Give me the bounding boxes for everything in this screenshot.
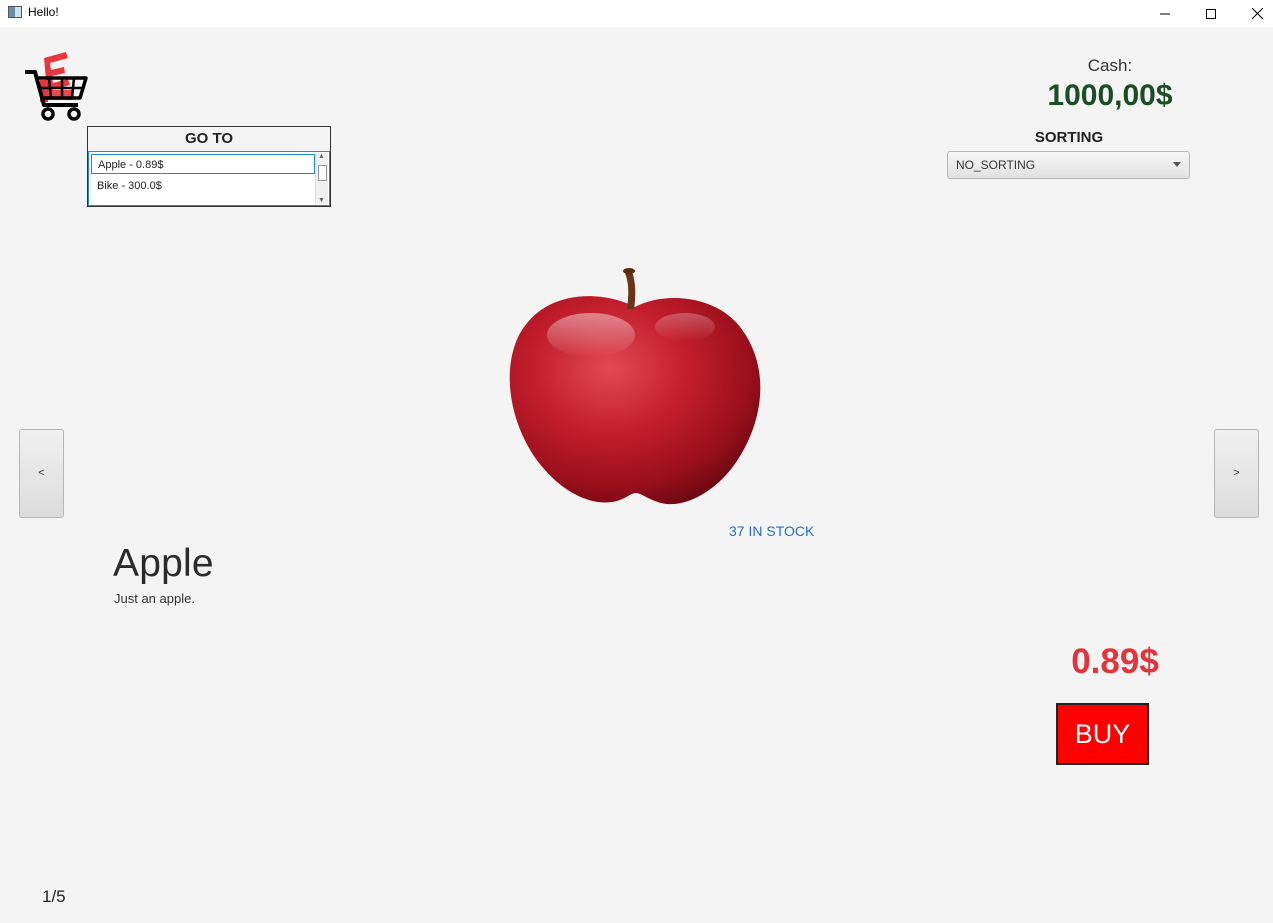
goto-panel: GO TO Apple - 0.89$ Bike - 300.0$ ▲ ▼ xyxy=(87,126,331,207)
goto-item-bike[interactable]: Bike - 300.0$ xyxy=(91,176,315,196)
close-icon xyxy=(1251,8,1263,19)
app-icon xyxy=(8,6,22,18)
minimize-icon xyxy=(1160,13,1170,14)
goto-scrollbar[interactable]: ▲ ▼ xyxy=(315,153,328,204)
next-button[interactable]: > xyxy=(1214,429,1259,518)
sorting-selected-value: NO_SORTING xyxy=(956,158,1036,172)
shop-cart-logo-icon xyxy=(25,52,88,121)
goto-list[interactable]: Apple - 0.89$ Bike - 300.0$ ▲ ▼ xyxy=(88,151,330,206)
cash-label: Cash: xyxy=(1087,56,1133,75)
stock-label: 37 IN STOCK xyxy=(729,523,815,539)
maximize-icon xyxy=(1206,8,1216,19)
scroll-up-icon[interactable]: ▲ xyxy=(318,153,325,160)
goto-header: GO TO xyxy=(88,127,330,152)
sorting-dropdown[interactable]: NO_SORTING xyxy=(947,151,1190,179)
previous-button[interactable]: < xyxy=(19,429,64,518)
product-image-apple xyxy=(509,268,761,505)
product-price: 0.89$ xyxy=(1071,642,1159,681)
window-title: Hello! xyxy=(28,5,59,19)
page-indicator: 1/5 xyxy=(42,887,66,906)
maximize-button[interactable] xyxy=(1188,0,1234,27)
buy-button[interactable]: BUY xyxy=(1056,703,1149,765)
title-bar: Hello! xyxy=(0,0,1273,27)
cash-value: 1000,00$ xyxy=(1047,79,1173,112)
close-button[interactable] xyxy=(1234,0,1273,27)
scroll-down-icon[interactable]: ▼ xyxy=(318,197,325,204)
goto-item-apple[interactable]: Apple - 0.89$ xyxy=(91,154,315,174)
product-description: Just an apple. xyxy=(114,591,195,606)
minimize-button[interactable] xyxy=(1142,0,1188,27)
product-name: Apple xyxy=(113,542,214,585)
scroll-thumb[interactable] xyxy=(318,165,327,181)
chevron-down-icon xyxy=(1173,162,1181,167)
sorting-label: SORTING xyxy=(1034,129,1104,146)
